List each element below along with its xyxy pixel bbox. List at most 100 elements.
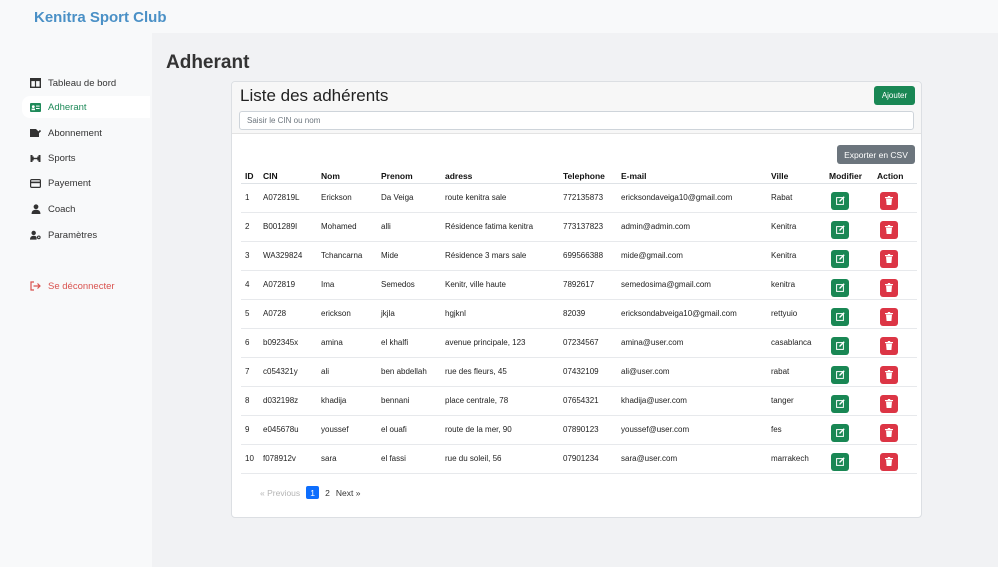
col-header: adress bbox=[441, 169, 559, 184]
brand-title[interactable]: Kenitra Sport Club bbox=[34, 9, 167, 26]
trash-icon bbox=[885, 254, 893, 263]
delete-button[interactable] bbox=[880, 191, 898, 210]
table-cell: el khalfi bbox=[377, 328, 441, 358]
pagination-page-1[interactable]: 1 bbox=[306, 486, 320, 499]
action-cell bbox=[873, 270, 917, 300]
edit-icon bbox=[835, 370, 845, 379]
table-cell: 07234567 bbox=[559, 328, 617, 358]
col-header: Modifier bbox=[825, 169, 873, 184]
delete-button[interactable] bbox=[880, 423, 898, 442]
edit-icon bbox=[835, 428, 845, 437]
delete-button[interactable] bbox=[880, 394, 898, 413]
edit-button[interactable] bbox=[831, 278, 849, 297]
edit-button[interactable] bbox=[831, 336, 849, 355]
table-cell: e045678u bbox=[259, 415, 317, 445]
edit-button[interactable] bbox=[831, 365, 849, 384]
pagination-previous[interactable]: « Previous bbox=[260, 488, 300, 498]
table-cell: 2 bbox=[241, 212, 259, 242]
col-header: Ville bbox=[767, 169, 825, 184]
trash-icon bbox=[885, 428, 893, 437]
table-cell: 5 bbox=[241, 299, 259, 329]
edit-icon bbox=[835, 457, 845, 466]
card-title: Liste des adhérents bbox=[240, 86, 389, 105]
modify-cell bbox=[825, 415, 873, 445]
modify-cell bbox=[825, 183, 873, 213]
table-cell: marrakech bbox=[767, 444, 825, 474]
sidebar-item-coach[interactable]: Coach bbox=[22, 198, 150, 220]
sidebar-item-sports[interactable]: Sports bbox=[22, 147, 150, 169]
credit-card-icon bbox=[30, 178, 41, 189]
sidebar-item-payement[interactable]: Payement bbox=[22, 172, 150, 194]
delete-button[interactable] bbox=[880, 365, 898, 384]
search-input[interactable] bbox=[239, 111, 914, 130]
table-cell: Kenitra bbox=[767, 212, 825, 242]
sidebar-item-adherant[interactable]: Adherant bbox=[22, 96, 150, 118]
table-cell: f078912v bbox=[259, 444, 317, 474]
table-cell: 699566388 bbox=[559, 241, 617, 271]
pagination-page-2[interactable]: 2 bbox=[325, 488, 330, 498]
table-cell: Erickson bbox=[317, 183, 377, 213]
table-cell: Kenitra bbox=[767, 241, 825, 271]
table-cell: ali@user.com bbox=[617, 357, 767, 387]
modify-cell bbox=[825, 357, 873, 387]
signature-icon bbox=[30, 128, 41, 139]
export-csv-button[interactable]: Exporter en CSV bbox=[837, 145, 915, 164]
edit-button[interactable] bbox=[831, 249, 849, 268]
sidebar-item-abonnement[interactable]: Abonnement bbox=[22, 122, 150, 144]
table-row: 1 A072819L Erickson Da Veiga route kenitra s… bbox=[241, 183, 917, 213]
table-cell: Ima bbox=[317, 270, 377, 300]
edit-button[interactable] bbox=[831, 191, 849, 210]
table-cell: route kenitra sale bbox=[441, 183, 559, 213]
sidebar-item-label: Payement bbox=[48, 177, 91, 189]
table-cell: ericksondabveiga10@gmail.com bbox=[617, 299, 767, 329]
col-header: Prenom bbox=[377, 169, 441, 184]
delete-button[interactable] bbox=[880, 278, 898, 297]
add-button[interactable]: Ajouter bbox=[874, 86, 915, 105]
delete-button[interactable] bbox=[880, 307, 898, 326]
modify-cell bbox=[825, 328, 873, 358]
logout-link[interactable]: Se déconnecter bbox=[22, 275, 150, 297]
logout-label: Se déconnecter bbox=[48, 280, 115, 292]
action-cell bbox=[873, 241, 917, 271]
delete-button[interactable] bbox=[880, 249, 898, 268]
edit-button[interactable] bbox=[831, 220, 849, 239]
col-header: E-mail bbox=[617, 169, 767, 184]
sidebar-item-parametres[interactable]: Paramètres bbox=[22, 224, 150, 246]
adherents-table: ID CIN Nom Prenom adress Telephone E-mai… bbox=[241, 169, 917, 474]
table-cell: Tchancarna bbox=[317, 241, 377, 271]
table-cell: youssef@user.com bbox=[617, 415, 767, 445]
table-cell: 773137823 bbox=[559, 212, 617, 242]
trash-icon bbox=[885, 312, 893, 321]
table-cell: 6 bbox=[241, 328, 259, 358]
delete-button[interactable] bbox=[880, 452, 898, 471]
sidebar-item-label: Paramètres bbox=[48, 229, 98, 241]
table-cell: 3 bbox=[241, 241, 259, 271]
edit-icon bbox=[835, 341, 845, 350]
edit-button[interactable] bbox=[831, 452, 849, 471]
table-cell: 9 bbox=[241, 415, 259, 445]
table-cell: el ouafi bbox=[377, 415, 441, 445]
action-cell bbox=[873, 415, 917, 445]
pagination-next[interactable]: Next » bbox=[336, 488, 361, 498]
table-cell: tanger bbox=[767, 386, 825, 416]
table-cell: Mide bbox=[377, 241, 441, 271]
table-cell: rue du soleil, 56 bbox=[441, 444, 559, 474]
table-cell: sara bbox=[317, 444, 377, 474]
table-cell: 07654321 bbox=[559, 386, 617, 416]
modify-cell bbox=[825, 386, 873, 416]
table-row: 8 d032198z khadija bennani place centrale, 7… bbox=[241, 386, 917, 416]
table-row: 10 f078912v sara el fassi rue du soleil, 56 0… bbox=[241, 444, 917, 474]
delete-button[interactable] bbox=[880, 220, 898, 239]
sidebar-item-tableau-de-bord[interactable]: Tableau de bord bbox=[22, 72, 150, 94]
sidebar-item-label: Tableau de bord bbox=[48, 77, 117, 89]
col-header: Nom bbox=[317, 169, 377, 184]
delete-button[interactable] bbox=[880, 336, 898, 355]
table-cell: sara@user.com bbox=[617, 444, 767, 474]
trash-icon bbox=[885, 457, 893, 466]
table-row: 3 WA329824 Tchancarna Mide Résidence 3 mars … bbox=[241, 241, 917, 271]
edit-button[interactable] bbox=[831, 394, 849, 413]
edit-icon bbox=[835, 283, 845, 292]
edit-button[interactable] bbox=[831, 307, 849, 326]
table-cell: b092345x bbox=[259, 328, 317, 358]
edit-button[interactable] bbox=[831, 423, 849, 442]
